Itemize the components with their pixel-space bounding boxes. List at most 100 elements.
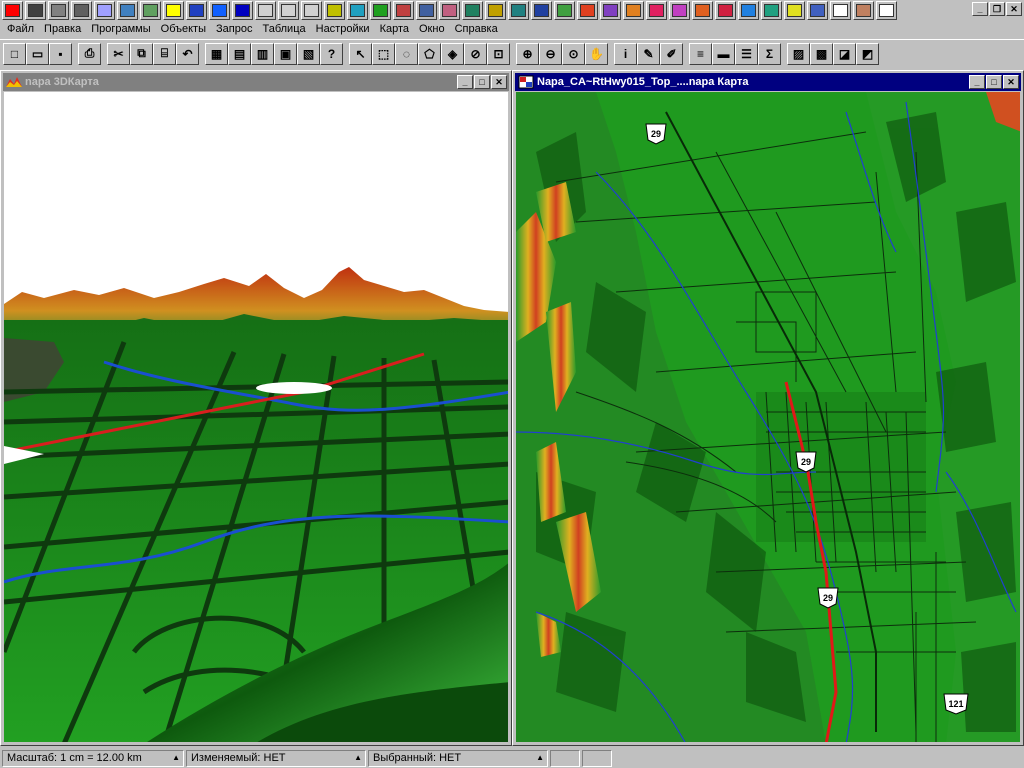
menu-map[interactable]: Карта (375, 23, 414, 35)
window-map-canvas[interactable]: 29 29 29 121 (516, 92, 1020, 742)
terrain-3d-view[interactable] (4, 92, 508, 742)
graph-select-tool[interactable]: ⊡ (487, 42, 510, 65)
app-button-38[interactable] (853, 0, 874, 20)
window-3d-minimize-button[interactable]: _ (457, 75, 473, 89)
app-button-9[interactable] (186, 0, 207, 20)
window-map-close-button[interactable]: ✕ (1003, 75, 1019, 89)
setting-tool-1[interactable]: ▨ (787, 42, 810, 65)
unselect-tool[interactable]: ⊘ (464, 42, 487, 65)
app-button-16[interactable] (347, 0, 368, 20)
app-button-27[interactable] (600, 0, 621, 20)
save-button[interactable]: ▪ (49, 42, 72, 65)
new-mapper-button[interactable]: ▤ (228, 42, 251, 65)
statistics-button[interactable]: Σ (758, 42, 781, 65)
new-redistrict-button[interactable]: ▧ (297, 42, 320, 65)
window-map-maximize-button[interactable]: □ (986, 75, 1002, 89)
print-button[interactable]: ⎙ (78, 42, 101, 65)
new-button[interactable]: □ (3, 42, 26, 65)
select-tool[interactable]: ↖ (349, 42, 372, 65)
napa-map[interactable]: 29 29 29 121 (516, 92, 1020, 742)
ftp-button[interactable] (232, 0, 253, 20)
marquee-select-tool[interactable]: ⬚ (372, 42, 395, 65)
window-3d-map[interactable]: napa 3DКарта _ □ ✕ (0, 70, 512, 746)
cut-button[interactable]: ✂ (107, 42, 130, 65)
app-button-31[interactable] (692, 0, 713, 20)
app-button-7[interactable] (140, 0, 161, 20)
layer-control-button[interactable]: ≡ (689, 42, 712, 65)
drag-window-tool[interactable]: ✐ (660, 42, 683, 65)
help-button[interactable] (830, 0, 851, 20)
app-button-20[interactable] (439, 0, 460, 20)
app-button-22[interactable] (485, 0, 506, 20)
undo-button[interactable]: ↶ (176, 42, 199, 65)
window-3d-maximize-button[interactable]: □ (474, 75, 490, 89)
app-button-15[interactable] (324, 0, 345, 20)
new-browser-button[interactable]: ▦ (205, 42, 228, 65)
zoom-in-tool[interactable]: ⊕ (516, 42, 539, 65)
app-button-39[interactable] (876, 0, 897, 20)
status-selectable[interactable]: Выбранный: НЕТ ▲ (368, 749, 548, 767)
ie-button[interactable] (209, 0, 230, 20)
app-button-23[interactable] (508, 0, 529, 20)
menu-file[interactable]: Файл (2, 23, 39, 35)
menu-edit[interactable]: Правка (39, 23, 86, 35)
label-tool[interactable]: ✎ (637, 42, 660, 65)
menu-query[interactable]: Запрос (211, 23, 257, 35)
window-3d-canvas[interactable] (4, 92, 508, 742)
app-button-35[interactable] (784, 0, 805, 20)
app-button-6[interactable] (117, 0, 138, 20)
info-tool[interactable]: i (614, 42, 637, 65)
app-button-5[interactable] (94, 0, 115, 20)
smiley-button[interactable] (163, 0, 184, 20)
menu-objects[interactable]: Объекты (156, 23, 211, 35)
ruler-tool[interactable]: ▬ (712, 42, 735, 65)
copy-button[interactable]: ⧉ (130, 42, 153, 65)
setting-tool-3[interactable]: ◪ (833, 42, 856, 65)
menu-programs[interactable]: Программы (86, 23, 155, 35)
menu-table[interactable]: Таблица (257, 23, 310, 35)
app-button-30[interactable] (669, 0, 690, 20)
status-editable[interactable]: Изменяемый: НЕТ ▲ (186, 749, 366, 767)
window-3d-title-bar[interactable]: napa 3DКарта _ □ ✕ (3, 73, 509, 91)
radius-select-tool[interactable]: ◌ (395, 42, 418, 65)
zoom-out-tool[interactable]: ⊖ (539, 42, 562, 65)
app-button-25[interactable] (554, 0, 575, 20)
grabber-tool[interactable]: ✋ (585, 42, 608, 65)
window-map-minimize-button[interactable]: _ (969, 75, 985, 89)
mapinfo-logo-button[interactable] (2, 0, 23, 20)
boundary-select-tool[interactable]: ◈ (441, 42, 464, 65)
app-button-17[interactable] (370, 0, 391, 20)
app-button-29[interactable] (646, 0, 667, 20)
app-button-12[interactable] (255, 0, 276, 20)
app-button-3[interactable] (48, 0, 69, 20)
app-button-4[interactable] (71, 0, 92, 20)
app-button-13[interactable] (278, 0, 299, 20)
setting-tool-2[interactable]: ▩ (810, 42, 833, 65)
app-button-36[interactable] (807, 0, 828, 20)
app-button-14[interactable] (301, 0, 322, 20)
polygon-select-tool[interactable]: ⬠ (418, 42, 441, 65)
app-button-21[interactable] (462, 0, 483, 20)
new-layout-button[interactable]: ▣ (274, 42, 297, 65)
window-3d-close-button[interactable]: ✕ (491, 75, 507, 89)
app-button-34[interactable] (761, 0, 782, 20)
window-map[interactable]: Napa_CA~RtHwy015_Top_....napa Карта _ □ … (512, 70, 1024, 746)
app-button-19[interactable] (416, 0, 437, 20)
app-restore-button[interactable]: ❐ (989, 2, 1005, 16)
app-button-33[interactable] (738, 0, 759, 20)
menu-help[interactable]: Справка (450, 23, 503, 35)
paste-button[interactable]: ⌸ (153, 42, 176, 65)
app-close-button[interactable]: ✕ (1006, 2, 1022, 16)
change-view-tool[interactable]: ⊙ (562, 42, 585, 65)
app-button-32[interactable] (715, 0, 736, 20)
app-button-18[interactable] (393, 0, 414, 20)
open-button[interactable]: ▭ (26, 42, 49, 65)
setting-tool-4[interactable]: ◩ (856, 42, 879, 65)
new-grapher-button[interactable]: ▥ (251, 42, 274, 65)
legend-button[interactable]: ☰ (735, 42, 758, 65)
app-button-28[interactable] (623, 0, 644, 20)
window-map-title-bar[interactable]: Napa_CA~RtHwy015_Top_....napa Карта _ □ … (515, 73, 1021, 91)
app-minimize-button[interactable]: _ (972, 2, 988, 16)
app-button-24[interactable] (531, 0, 552, 20)
app-button-2[interactable] (25, 0, 46, 20)
